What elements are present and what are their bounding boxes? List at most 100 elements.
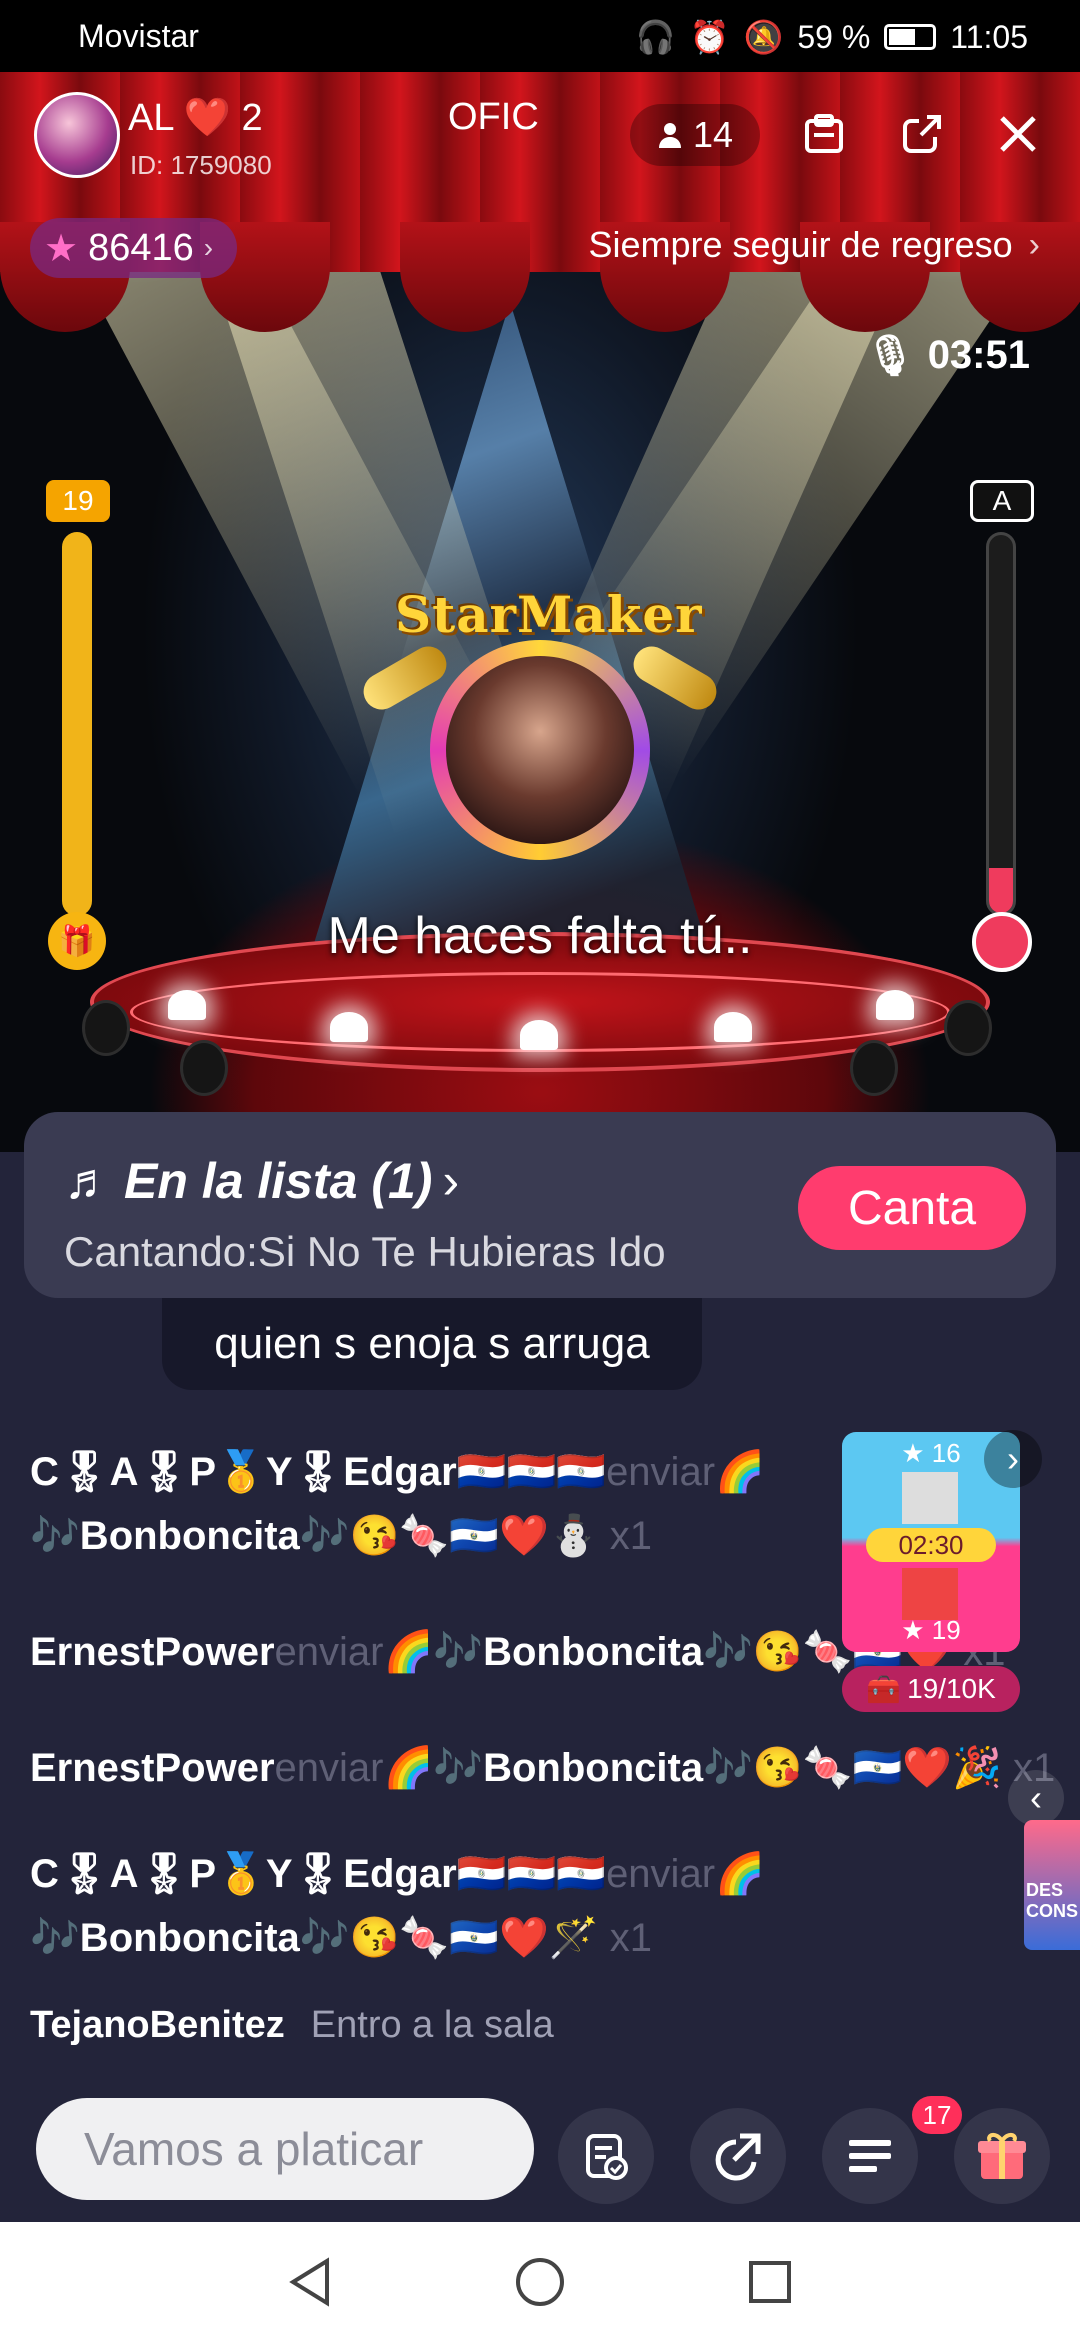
ranking-next-button[interactable]: › (984, 1430, 1042, 1488)
gift-level-badge: 19 (46, 480, 110, 522)
follow-banner[interactable]: Siempre seguir de regreso › (588, 224, 1040, 266)
battery-percent: 59 % (797, 18, 871, 55)
stars-button[interactable]: ★ 86416 › (30, 218, 238, 278)
listener-count: 14 (692, 114, 734, 155)
chat-input[interactable]: Vamos a platicar (36, 2098, 534, 2200)
collapse-button[interactable]: ‹ (1008, 1770, 1064, 1826)
singer-avatar-frame[interactable] (430, 640, 650, 860)
speaker (944, 1000, 992, 1056)
share-icon (715, 2133, 761, 2181)
stage-light (330, 1012, 368, 1042)
chevron-left-icon: ‹ (1030, 1777, 1042, 1818)
grade-badge: A (970, 480, 1034, 522)
room-name-suffix: OFIC (448, 96, 539, 138)
stars-count: 86416 (88, 226, 194, 269)
mute-icon: 🔕 (743, 19, 784, 55)
gift-icon (978, 2133, 1026, 2179)
chat-message: C🎖A🎖P🥇Y🎖Edgar🇵🇾🇵🇾🇵🇾enviar🌈 (30, 1842, 765, 1906)
promo-banner[interactable]: DES CONS (1024, 1820, 1080, 1950)
chat-verb: enviar (274, 1746, 384, 1790)
headphones-icon: 🎧 (635, 19, 676, 55)
brand-logo: StarMaker (395, 585, 703, 644)
rank-timer: 02:30 (866, 1528, 996, 1562)
chat-verb: enviar (274, 1630, 384, 1674)
rank-thumb (902, 1472, 958, 1524)
chat-username[interactable]: C🎖A🎖P🥇Y🎖Edgar🇵🇾🇵🇾🇵🇾 (30, 1852, 606, 1896)
chat-message: ErnestPowerenviar🌈🎶Bonboncita🎶😘🍬🇸🇻❤️🎉 x1 (30, 1736, 1055, 1800)
enter-message: Entro a la sala (310, 2004, 554, 2046)
song-timer: 🎙 03:51 (865, 332, 1030, 379)
close-button[interactable] (990, 106, 1046, 162)
chat-gift: 🎶Bonboncita🎶😘🍬🇸🇻❤️⛄ (30, 1514, 599, 1558)
clock: 11:05 (950, 18, 1028, 55)
music-list-icon: ♬ (64, 1153, 114, 1209)
chat-gift: 🌈🎶Bonboncita🎶😘🍬🇸🇻❤️🎉 (383, 1746, 1002, 1790)
task-button[interactable] (796, 106, 852, 162)
gift-button[interactable] (954, 2108, 1050, 2204)
share-bottom-button[interactable] (690, 2108, 786, 2204)
timer-value: 03:51 (927, 333, 1030, 377)
song-queue-panel[interactable]: ♬ En la lista (1) › Cantando:Si No Te Hu… (24, 1112, 1056, 1298)
share-icon (903, 115, 941, 153)
chevron-right-icon: › (442, 1153, 460, 1209)
queue-title-text: En la lista (1) (124, 1153, 433, 1209)
chevron-right-icon: › (203, 232, 214, 263)
checklist-button[interactable] (558, 2108, 654, 2204)
chat-username[interactable]: ErnestPower (30, 1630, 275, 1674)
star-icon: ★ (44, 227, 79, 270)
chest-progress: 19/10K (907, 1673, 996, 1704)
room-id: ID: 1759080 (130, 150, 272, 180)
checklist-icon (586, 2134, 628, 2180)
rank-bottom: ★ 19 (901, 1615, 961, 1645)
chat-qty: x1 (609, 1514, 652, 1558)
menu-icon (849, 2140, 891, 2172)
chevron-right-icon: › (1028, 225, 1040, 264)
chat-message-cont: 🎶Bonboncita🎶😘🍬🇸🇻❤️⛄ x1 (30, 1504, 652, 1568)
speaker (850, 1040, 898, 1096)
host-avatar[interactable] (34, 92, 120, 178)
menu-button[interactable] (822, 2108, 918, 2204)
carrier-label: Movistar (78, 18, 199, 54)
now-singing: Cantando:Si No Te Hubieras Ido (64, 1228, 666, 1275)
chat-username[interactable]: ErnestPower (30, 1746, 275, 1790)
room-name: AL ❤️ 2 (128, 97, 263, 139)
chat-message: C🎖A🎖P🥇Y🎖Edgar🇵🇾🇵🇾🇵🇾enviar🌈 (30, 1440, 765, 1504)
clipboard-icon (805, 114, 843, 153)
promo-text: DES CONS (1026, 1880, 1079, 1921)
chat-qty: x1 (609, 1916, 652, 1960)
recents-button[interactable] (742, 2254, 798, 2310)
chat-gift: 🌈 (715, 1852, 765, 1896)
treasure-chest[interactable]: 🧰 19/10K (842, 1666, 1020, 1712)
chat-verb: enviar (606, 1852, 716, 1896)
stage-light (520, 1020, 558, 1050)
chat-gift: 🎶Bonboncita🎶😘🍬🇸🇻❤️🪄 (30, 1916, 599, 1960)
share-button[interactable] (894, 106, 950, 162)
stage-light (714, 1012, 752, 1042)
chat-gift: 🌈 (715, 1450, 765, 1494)
chevron-right-icon: › (1007, 1438, 1019, 1479)
lyric-line: Me haces falta tú.. (327, 907, 753, 965)
chat-bubble: quien s enoja s arruga (162, 1298, 702, 1390)
back-icon (289, 2257, 329, 2307)
queue-title[interactable]: ♬ En la lista (1) › (64, 1152, 459, 1210)
close-icon (1000, 116, 1036, 152)
score-meter (986, 532, 1016, 916)
listeners-button[interactable]: 14 (630, 104, 760, 166)
enter-username[interactable]: TejanoBenitez (30, 2004, 285, 2046)
chat-message-cont: 🎶Bonboncita🎶😘🍬🇸🇻❤️🪄 x1 (30, 1906, 652, 1970)
home-button[interactable] (512, 2254, 568, 2310)
gift-meter (62, 532, 92, 916)
singer-photo (446, 656, 634, 844)
chest-icon: 🧰 (866, 1673, 902, 1705)
follow-text: Siempre seguir de regreso (588, 224, 1013, 265)
chat-username[interactable]: C🎖A🎖P🥇Y🎖Edgar🇵🇾🇵🇾🇵🇾 (30, 1450, 606, 1494)
stage-light (876, 990, 914, 1020)
rank-thumb (902, 1568, 958, 1620)
home-icon (516, 2258, 564, 2306)
enter-notice: TejanoBenitez Entro a la sala (30, 2004, 554, 2047)
back-button[interactable] (282, 2254, 338, 2310)
chat-verb: enviar (606, 1450, 716, 1494)
alarm-icon: ⏰ (689, 19, 730, 55)
sing-button[interactable]: Canta (798, 1166, 1026, 1250)
person-icon (658, 123, 681, 148)
